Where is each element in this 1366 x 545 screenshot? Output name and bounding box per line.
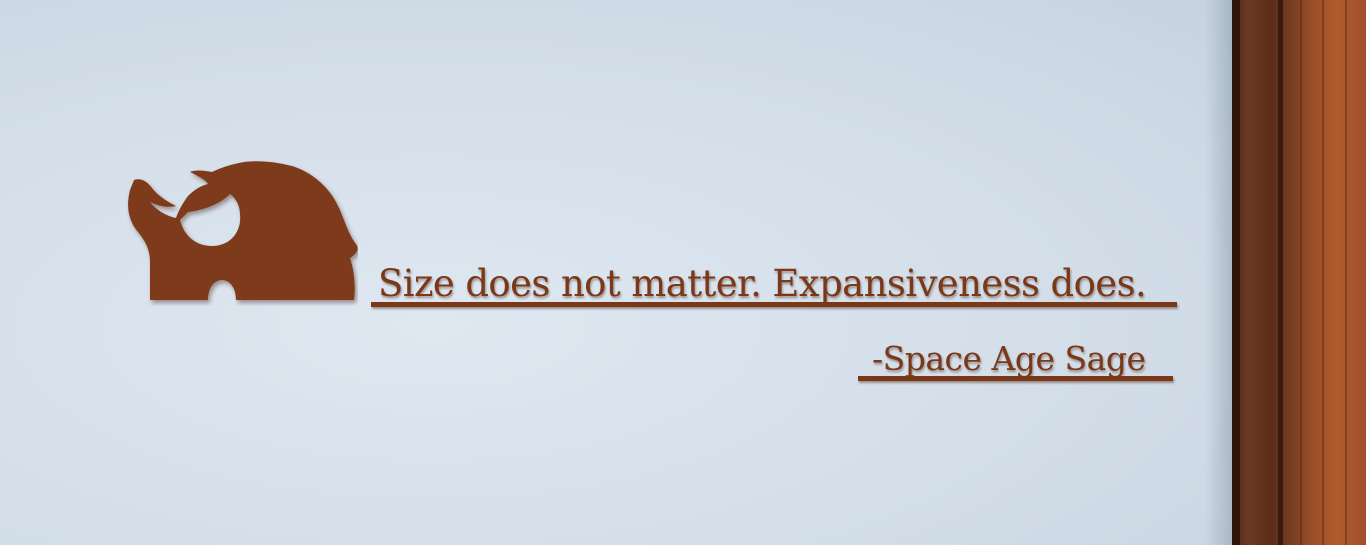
mammoth-icon [128,161,358,300]
quote-underline [371,302,1177,307]
attribution-underline [858,376,1173,381]
sign-quote: Size does not matter. Expansiveness does… [378,262,1147,305]
wood-grain-line [1322,0,1324,545]
wood-grain-line [1300,0,1302,545]
door-frame-groove [1278,0,1283,545]
sign-attribution: -Space Age Sage [872,339,1146,378]
wall-shadow [1205,0,1233,545]
wood-grain-line [1345,0,1347,545]
door-frame-edge [1232,0,1240,545]
